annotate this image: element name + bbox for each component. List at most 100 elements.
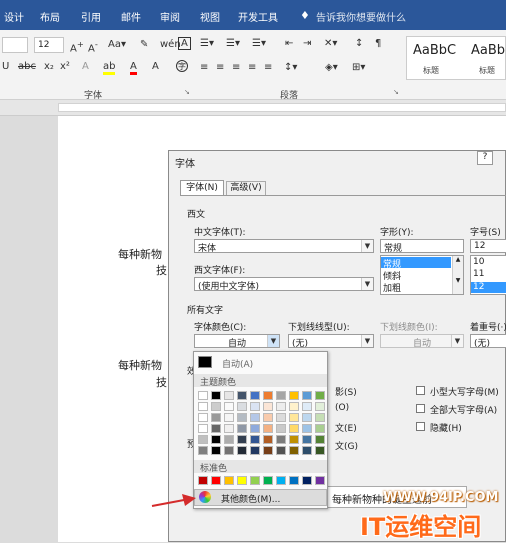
tab-mailings[interactable]: 邮件: [121, 9, 141, 24]
standard-color-swatch[interactable]: [302, 476, 312, 485]
west-font-select[interactable]: (使用中文字体) ▼: [194, 277, 374, 291]
standard-color-swatch[interactable]: [250, 476, 260, 485]
size-input[interactable]: 12: [470, 239, 506, 253]
standard-color-swatch[interactable]: [237, 476, 247, 485]
theme-color-swatch[interactable]: [198, 435, 208, 444]
align-right-icon[interactable]: ≡: [232, 62, 240, 73]
theme-color-swatch[interactable]: [263, 424, 273, 433]
theme-color-swatch[interactable]: [198, 402, 208, 411]
chinese-layout-icon[interactable]: ✕▾: [324, 38, 337, 49]
theme-color-swatch[interactable]: [263, 446, 273, 455]
tab-layout[interactable]: 布局: [40, 9, 60, 24]
theme-color-swatch[interactable]: [198, 446, 208, 455]
theme-color-swatch[interactable]: [315, 391, 325, 400]
grow-font-icon[interactable]: A+: [70, 39, 84, 54]
font-size-box[interactable]: 12: [34, 37, 64, 53]
theme-color-swatch[interactable]: [250, 413, 260, 422]
change-case-icon[interactable]: Aa▾: [108, 39, 126, 50]
theme-color-swatch[interactable]: [289, 424, 299, 433]
theme-color-swatch[interactable]: [302, 446, 312, 455]
shrink-font-icon[interactable]: A-: [88, 39, 98, 54]
standard-color-swatch[interactable]: [315, 476, 325, 485]
theme-color-swatch[interactable]: [276, 424, 286, 433]
theme-color-swatch[interactable]: [289, 435, 299, 444]
standard-color-swatch[interactable]: [211, 476, 221, 485]
theme-color-swatch[interactable]: [237, 413, 247, 422]
standard-color-swatch[interactable]: [224, 476, 234, 485]
theme-color-swatch[interactable]: [302, 435, 312, 444]
theme-color-swatch[interactable]: [237, 424, 247, 433]
standard-color-swatch[interactable]: [276, 476, 286, 485]
theme-color-swatch[interactable]: [198, 391, 208, 400]
size-option[interactable]: 10: [473, 257, 484, 267]
theme-color-swatch[interactable]: [315, 446, 325, 455]
theme-color-swatch[interactable]: [224, 402, 234, 411]
theme-color-swatch[interactable]: [211, 391, 221, 400]
small-caps-checkbox[interactable]: [416, 386, 425, 395]
subscript-icon[interactable]: x₂: [44, 61, 54, 72]
shading-icon[interactable]: A: [152, 61, 159, 72]
theme-color-swatch[interactable]: [276, 446, 286, 455]
theme-color-swatch[interactable]: [250, 402, 260, 411]
theme-color-swatch[interactable]: [276, 402, 286, 411]
borders-icon[interactable]: ⊞▾: [352, 62, 365, 73]
distributed-icon[interactable]: ≡: [264, 62, 272, 73]
line-spacing-icon[interactable]: ↕▾: [284, 62, 297, 73]
theme-color-swatch[interactable]: [211, 413, 221, 422]
all-caps-checkbox[interactable]: [416, 404, 425, 413]
char-border-icon[interactable]: A: [178, 37, 191, 50]
auto-color-swatch[interactable]: [198, 356, 212, 368]
style-preview-1[interactable]: AaBbC: [413, 43, 456, 58]
ruler-track[interactable]: [58, 103, 506, 112]
cn-font-select[interactable]: 宋体 ▼: [194, 239, 374, 253]
standard-color-swatch[interactable]: [263, 476, 273, 485]
align-center-icon[interactable]: ≡: [216, 62, 224, 73]
multilevel-icon[interactable]: ☰▾: [252, 38, 266, 49]
standard-color-swatch[interactable]: [198, 476, 208, 485]
style-option[interactable]: 常规: [381, 257, 451, 270]
theme-color-swatch[interactable]: [315, 424, 325, 433]
hidden-checkbox[interactable]: [416, 422, 425, 431]
theme-color-swatch[interactable]: [224, 413, 234, 422]
theme-color-swatch[interactable]: [289, 402, 299, 411]
increase-indent-icon[interactable]: ⇥: [303, 38, 311, 49]
justify-icon[interactable]: ≡: [248, 62, 256, 73]
tab-view[interactable]: 视图: [200, 9, 220, 24]
theme-color-swatch[interactable]: [224, 446, 234, 455]
effect-emboss-label[interactable]: 文(E): [335, 421, 357, 434]
emphasis-select[interactable]: (无): [470, 334, 506, 348]
scrollbar[interactable]: ▲ ▼: [452, 256, 463, 294]
bullets-icon[interactable]: ☰▾: [200, 38, 214, 49]
decrease-indent-icon[interactable]: ⇤: [285, 38, 293, 49]
effect-outline-label[interactable]: (O): [335, 403, 349, 413]
tab-review[interactable]: 审阅: [160, 9, 180, 24]
tell-me-search[interactable]: 告诉我你想要做什么: [316, 9, 406, 24]
underline-color-select[interactable]: 自动 ▼: [380, 334, 464, 348]
underline-style-select[interactable]: (无) ▼: [288, 334, 374, 348]
underline-icon[interactable]: U: [2, 61, 9, 72]
theme-color-swatch[interactable]: [276, 435, 286, 444]
style-preview-2[interactable]: AaBb: [471, 43, 505, 58]
theme-color-swatch[interactable]: [211, 435, 221, 444]
theme-color-swatch[interactable]: [224, 391, 234, 400]
standard-color-swatch[interactable]: [289, 476, 299, 485]
enclose-char-icon[interactable]: 字: [176, 60, 188, 72]
align-left-icon[interactable]: ≡: [200, 62, 208, 73]
theme-color-swatch[interactable]: [250, 446, 260, 455]
theme-color-swatch[interactable]: [263, 391, 273, 400]
theme-color-swatch[interactable]: [302, 402, 312, 411]
clear-format-icon[interactable]: ✎: [140, 39, 148, 50]
superscript-icon[interactable]: x²: [60, 61, 70, 72]
font-color-icon[interactable]: A: [130, 61, 137, 75]
theme-color-swatch[interactable]: [276, 413, 286, 422]
sort-icon[interactable]: ↕: [355, 38, 363, 49]
theme-color-swatch[interactable]: [250, 435, 260, 444]
effect-shadow-label[interactable]: 影(S): [335, 385, 357, 398]
highlight-icon[interactable]: ab: [103, 61, 116, 75]
theme-color-swatch[interactable]: [211, 402, 221, 411]
tab-design[interactable]: 设计: [4, 9, 24, 24]
theme-color-swatch[interactable]: [237, 435, 247, 444]
theme-color-swatch[interactable]: [237, 446, 247, 455]
paint-bucket-icon[interactable]: ◈▾: [325, 62, 338, 73]
text-effect-icon[interactable]: A: [82, 61, 89, 72]
